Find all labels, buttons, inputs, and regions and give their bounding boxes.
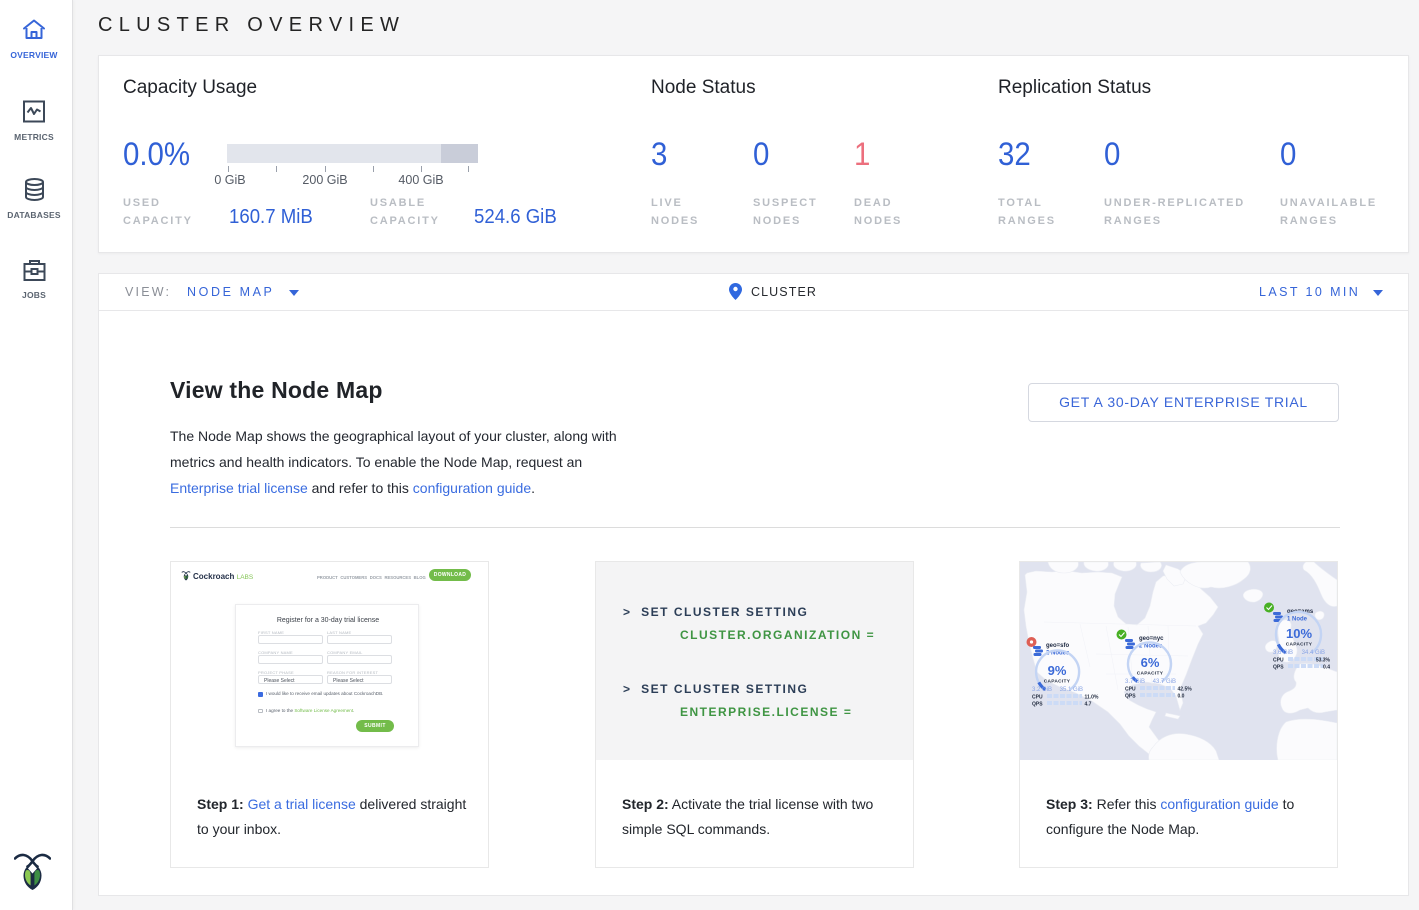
svg-text:10%: 10% — [1286, 626, 1312, 641]
svg-text:geo=sfo: geo=sfo — [1046, 643, 1070, 649]
svg-text:geo=nyc: geo=nyc — [1139, 636, 1164, 642]
svg-text:QPS: QPS — [1125, 694, 1136, 700]
svg-text:6%: 6% — [1141, 655, 1160, 670]
svg-text:CAPACITY: CAPACITY — [1286, 642, 1313, 648]
svg-text:CPU: CPU — [1032, 695, 1043, 701]
svg-text:53.3%: 53.3% — [1316, 658, 1331, 664]
svg-text:0.4: 0.4 — [1323, 665, 1330, 671]
svg-text:3.7 GiB: 3.7 GiB — [1125, 679, 1145, 685]
svg-text:9%: 9% — [1048, 663, 1067, 678]
svg-text:11.0%: 11.0% — [1085, 695, 1099, 701]
svg-text:CAPACITY: CAPACITY — [1044, 679, 1071, 685]
svg-text:3.2 GiB: 3.2 GiB — [1032, 687, 1052, 693]
svg-text:1 Node: 1 Node — [1287, 617, 1308, 623]
svg-text:QPS: QPS — [1032, 702, 1043, 708]
svg-text:42.5%: 42.5% — [1178, 687, 1193, 693]
svg-text:CAPACITY: CAPACITY — [1137, 671, 1164, 677]
svg-text:43.7 GiB: 43.7 GiB — [1153, 679, 1176, 685]
svg-text:3.6 GiB: 3.6 GiB — [1273, 650, 1293, 656]
svg-text:CPU: CPU — [1273, 658, 1284, 664]
svg-text:4.7: 4.7 — [1085, 702, 1092, 708]
svg-text:CPU: CPU — [1125, 687, 1136, 693]
svg-text:QPS: QPS — [1273, 665, 1284, 671]
svg-text:0.0: 0.0 — [1178, 694, 1185, 700]
svg-text:35.1 GiB: 35.1 GiB — [1060, 687, 1083, 693]
svg-text:34.4 GiB: 34.4 GiB — [1302, 650, 1325, 656]
